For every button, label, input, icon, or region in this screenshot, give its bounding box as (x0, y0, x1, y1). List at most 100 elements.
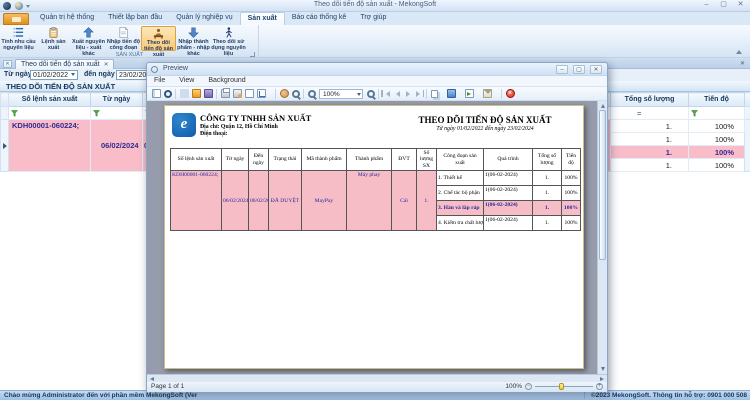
multipage-icon[interactable] (431, 90, 438, 98)
last-page-icon[interactable] (416, 91, 420, 97)
btn-tinh-nhu-cau-nguyen-lieu[interactable]: Tính nhu cầu nguyên liệu (1, 26, 36, 51)
ribbon-collapse-icon[interactable] (736, 50, 742, 54)
hand-tool-icon[interactable] (280, 89, 289, 98)
preview-window-icon (151, 66, 158, 73)
cell-progress[interactable]: 100% (689, 159, 745, 172)
menu-view[interactable]: View (172, 76, 201, 86)
zoom-out-button[interactable]: − (525, 383, 532, 390)
preview-close-button[interactable] (590, 65, 602, 74)
report-table: Số lệnh sản xuấtTừ ngày Đến ngàyTrạng th… (170, 148, 581, 231)
first-page-icon[interactable] (381, 90, 383, 97)
col-so-lenh-san-xuat[interactable]: Số lệnh sản xuất (9, 93, 91, 107)
btn-nhap-tien-do-cong-doan[interactable]: Nhập tiến độ công đoạn (106, 26, 141, 51)
cell-qty[interactable]: 1. (611, 146, 689, 159)
magnifier-icon[interactable] (292, 90, 300, 98)
last-page-icon[interactable] (423, 90, 425, 97)
print-icon[interactable] (221, 89, 230, 98)
preview-window: Preview File View Background (146, 62, 608, 392)
cell-qty[interactable]: 1. (611, 159, 689, 172)
tab-bao-cao-thong-ke[interactable]: Báo cáo thống kê (285, 12, 354, 25)
print-options-icon[interactable] (233, 89, 242, 98)
customize-icon[interactable] (180, 89, 189, 98)
export-icon[interactable] (465, 89, 474, 98)
prev-page-icon[interactable] (396, 91, 400, 97)
preview-minimize-button[interactable] (556, 65, 568, 74)
tab-thiet-lap-ban-dau[interactable]: Thiết lập ban đầu (101, 12, 169, 25)
cell-qty[interactable]: 1. (611, 133, 689, 146)
tab-list-button[interactable] (3, 60, 12, 68)
menu-background[interactable]: Background (201, 76, 252, 86)
zoom-combo[interactable]: 100% (319, 89, 363, 99)
zoom-dropdown-icon[interactable] (357, 93, 361, 96)
filter-cell-tien-do[interactable] (689, 107, 745, 120)
ribbon-button-label: Nhập tiến độ công đoạn (106, 39, 141, 51)
cell-so-lenh[interactable]: KDH00001-060224; (9, 120, 91, 172)
rpt-stage-progress: 100% (562, 201, 581, 216)
btn-xuat-nguyen-lieu[interactable]: Xuất nguyên liệu - xuất khác (71, 26, 106, 51)
scroll-thumb[interactable] (599, 110, 606, 260)
document-map-icon[interactable] (152, 89, 161, 98)
zoom-in-icon[interactable] (367, 90, 375, 98)
btn-lenh-san-xuat[interactable]: Lệnh sản xuất (36, 26, 71, 51)
preview-vertical-scrollbar[interactable] (597, 101, 607, 374)
btn-theo-doi-tien-do-san-xuat[interactable]: Theo dõi tiến độ sản xuất (141, 26, 176, 51)
scroll-left-icon[interactable] (150, 377, 154, 381)
search-icon[interactable] (164, 90, 172, 98)
dialog-launcher-icon[interactable] (250, 52, 255, 57)
tab-san-xuat[interactable]: Sản xuất (240, 12, 285, 25)
cell-tu-ngay[interactable]: 06/02/2024 (91, 120, 143, 172)
tabbar-close-icon[interactable] (740, 60, 745, 67)
rpt-den-ngay: 06/02/2024 (249, 171, 269, 231)
cell-progress[interactable]: 100% (689, 120, 745, 133)
rpt-stage-process: 1(06-02-2024) (484, 186, 533, 201)
list-icon (13, 27, 24, 38)
scroll-right-icon[interactable] (600, 377, 604, 381)
btn-nhap-thanh-pham[interactable]: Nhập thành phẩm - nhập khác (176, 26, 211, 51)
col-tien-do[interactable]: Tiến độ (689, 93, 745, 107)
menu-file[interactable]: File (147, 76, 172, 86)
zoom-slider[interactable] (535, 386, 593, 387)
rpt-stage-process: 1(06-02-2024) (484, 201, 533, 216)
from-date-dropdown-icon[interactable] (71, 73, 75, 76)
document-tab-active[interactable]: Theo dõi tiến độ sản xuất (15, 59, 114, 69)
btn-theo-doi-su-dung-nguyen-lieu[interactable]: Theo dõi sử dụng nguyên liệu (211, 26, 246, 51)
col-tu-ngay[interactable]: Từ ngày (91, 93, 143, 107)
filter-cell-tong-so-luong[interactable]: = (611, 107, 689, 120)
zoom-slider-knob[interactable] (559, 383, 564, 390)
page-color-icon[interactable] (447, 89, 456, 98)
rpt-stage-name: 3. Hàn và lắp ráp (437, 201, 484, 216)
preview-maximize-button[interactable] (573, 65, 585, 74)
tab-tro-giup[interactable]: Trợ giúp (353, 12, 393, 25)
filter-cell-so-lenh[interactable] (9, 107, 91, 120)
maximize-button[interactable] (718, 1, 729, 10)
zoom-out-icon[interactable] (308, 90, 316, 98)
send-icon[interactable] (483, 89, 492, 98)
company-name: CÔNG TY TNHH SẢN XUẤT (200, 113, 311, 123)
preview-horizontal-scrollbar[interactable] (147, 374, 607, 382)
cell-qty[interactable]: 1. (611, 120, 689, 133)
cell-progress[interactable]: 100% (689, 133, 745, 146)
first-page-icon[interactable] (386, 91, 390, 97)
preview-title-bar[interactable]: Preview (147, 63, 607, 76)
ribbon-button-label: Tính nhu cầu nguyên liệu (1, 39, 36, 51)
filter-cell-tu-ngay[interactable] (91, 107, 143, 120)
file-menu-button[interactable] (3, 13, 29, 25)
close-preview-icon[interactable] (506, 89, 515, 98)
tab-quan-ly-nghiep-vu[interactable]: Quản lý nghiệp vụ (169, 12, 239, 25)
col-tong-so-luong[interactable]: Tổng số lượng (611, 93, 689, 107)
minimize-button[interactable] (701, 1, 712, 10)
scale-icon[interactable] (257, 89, 266, 98)
ribbon: Tính nhu cầu nguyên liệu Lệnh sản xuất X… (0, 25, 750, 58)
open-icon[interactable] (192, 89, 201, 98)
close-button[interactable] (735, 1, 746, 10)
tab-quan-tri-he-thong[interactable]: Quản trị hệ thống (33, 12, 101, 25)
page-setup-icon[interactable] (245, 89, 254, 98)
scroll-up-icon[interactable] (601, 104, 605, 108)
page-icon (118, 27, 129, 38)
scroll-down-icon[interactable] (601, 367, 605, 371)
zoom-in-button[interactable]: + (596, 383, 603, 390)
save-icon[interactable] (204, 89, 213, 98)
tab-close-icon[interactable] (104, 62, 109, 68)
next-page-icon[interactable] (406, 91, 410, 97)
cell-progress[interactable]: 100% (689, 146, 745, 159)
